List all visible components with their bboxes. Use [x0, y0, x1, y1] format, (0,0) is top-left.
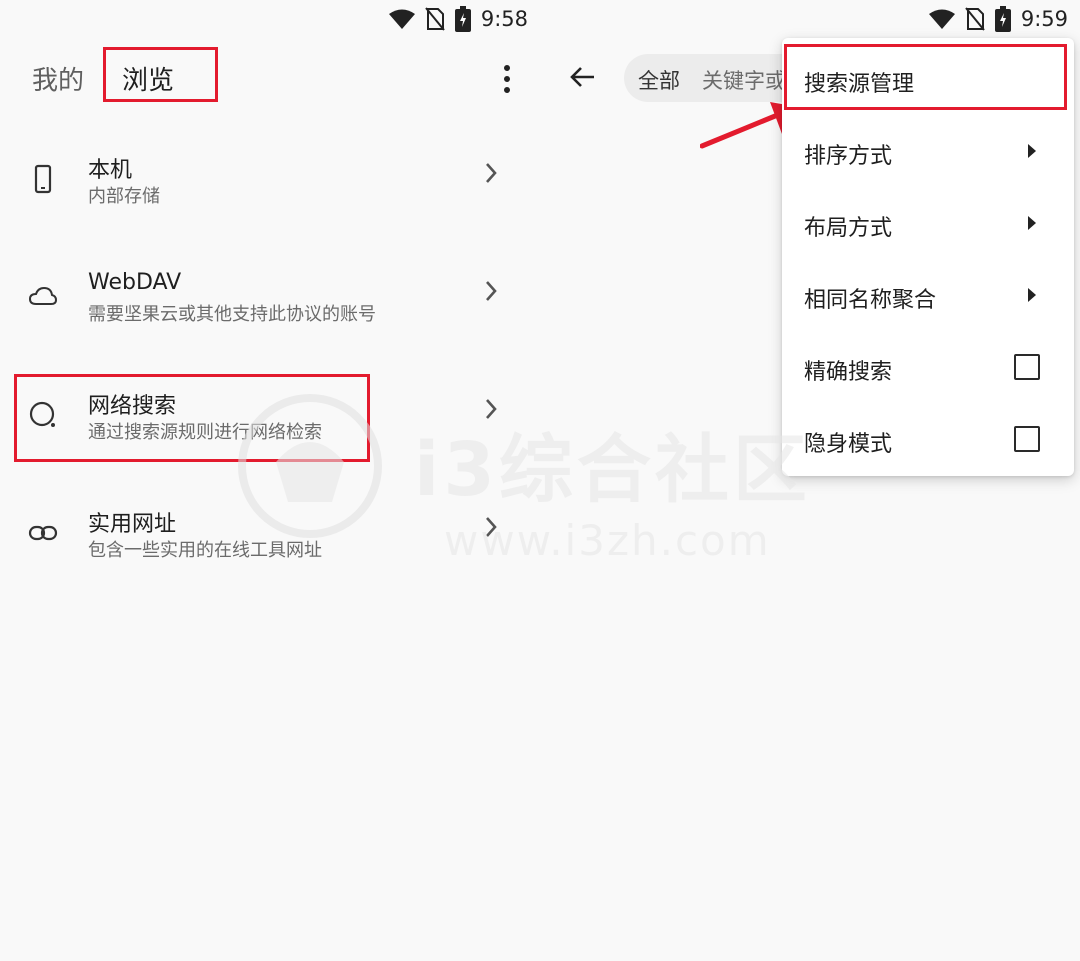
phone-icon	[34, 164, 52, 194]
menu-item-label: 隐身模式	[804, 432, 893, 457]
highlight-box-browse-tab	[103, 47, 218, 102]
menu-item-layout[interactable]: 布局方式	[782, 188, 1074, 260]
search-scope[interactable]: 全部	[638, 65, 680, 95]
submenu-arrow-icon	[1028, 216, 1036, 230]
wifi-icon	[388, 9, 415, 29]
menu-item-label: 相同名称聚合	[804, 288, 937, 313]
wifi-icon	[928, 9, 955, 29]
highlight-box-source-management	[784, 44, 1067, 110]
list-item-webdav[interactable]: WebDAV 需要坚果云或其他支持此协议的账号	[0, 270, 540, 370]
item-subtitle: 内部存储	[88, 186, 160, 207]
cloud-icon	[28, 286, 58, 305]
search-input[interactable]: 关键字或	[702, 65, 786, 95]
battery-charging-icon	[454, 6, 471, 32]
item-subtitle: 包含一些实用的在线工具网址	[88, 540, 322, 561]
battery-charging-icon	[994, 6, 1011, 32]
menu-item-merge-same-name[interactable]: 相同名称聚合	[782, 260, 1074, 332]
more-options-icon[interactable]	[494, 60, 520, 98]
status-time: 9:58	[480, 7, 528, 31]
menu-item-sort[interactable]: 排序方式	[782, 116, 1074, 188]
incognito-checkbox[interactable]	[1014, 426, 1040, 452]
exact-search-checkbox[interactable]	[1014, 354, 1040, 380]
back-arrow-icon[interactable]	[568, 62, 598, 92]
no-sim-icon	[425, 7, 445, 31]
no-sim-icon	[965, 7, 985, 31]
link-icon	[28, 525, 58, 541]
submenu-arrow-icon	[1028, 144, 1036, 158]
menu-item-label: 排序方式	[804, 144, 893, 169]
search-screen: 9:59 全部 关键字或 搜索源管理 排序方式 布局方式 相同名称聚合 精确搜索…	[540, 0, 1080, 961]
status-bar: 9:59	[928, 0, 1068, 38]
browse-screen: 9:58 我的 浏览 本机 内部存储 WebDAV 需要坚果云或其他支持此协议的…	[0, 0, 540, 961]
menu-item-label: 精确搜索	[804, 360, 893, 385]
list-item-useful-links[interactable]: 实用网址 包含一些实用的在线工具网址	[0, 506, 540, 606]
item-subtitle: 需要坚果云或其他支持此协议的账号	[88, 304, 376, 325]
item-title: 本机	[88, 158, 133, 183]
chevron-right-icon	[486, 399, 497, 419]
tab-mine[interactable]: 我的	[32, 60, 84, 97]
item-title: 实用网址	[88, 512, 177, 537]
menu-item-label: 布局方式	[804, 216, 893, 241]
chevron-right-icon	[486, 517, 497, 537]
submenu-arrow-icon	[1028, 288, 1036, 302]
chevron-right-icon	[486, 281, 497, 301]
menu-item-incognito[interactable]: 隐身模式	[782, 404, 1074, 476]
status-bar: 9:58	[388, 0, 528, 38]
status-time: 9:59	[1020, 7, 1068, 31]
highlight-box-web-search	[14, 374, 370, 462]
list-item-local[interactable]: 本机 内部存储	[0, 152, 540, 252]
item-title: WebDAV	[88, 270, 182, 295]
chevron-right-icon	[486, 163, 497, 183]
menu-item-exact-search[interactable]: 精确搜索	[782, 332, 1074, 404]
